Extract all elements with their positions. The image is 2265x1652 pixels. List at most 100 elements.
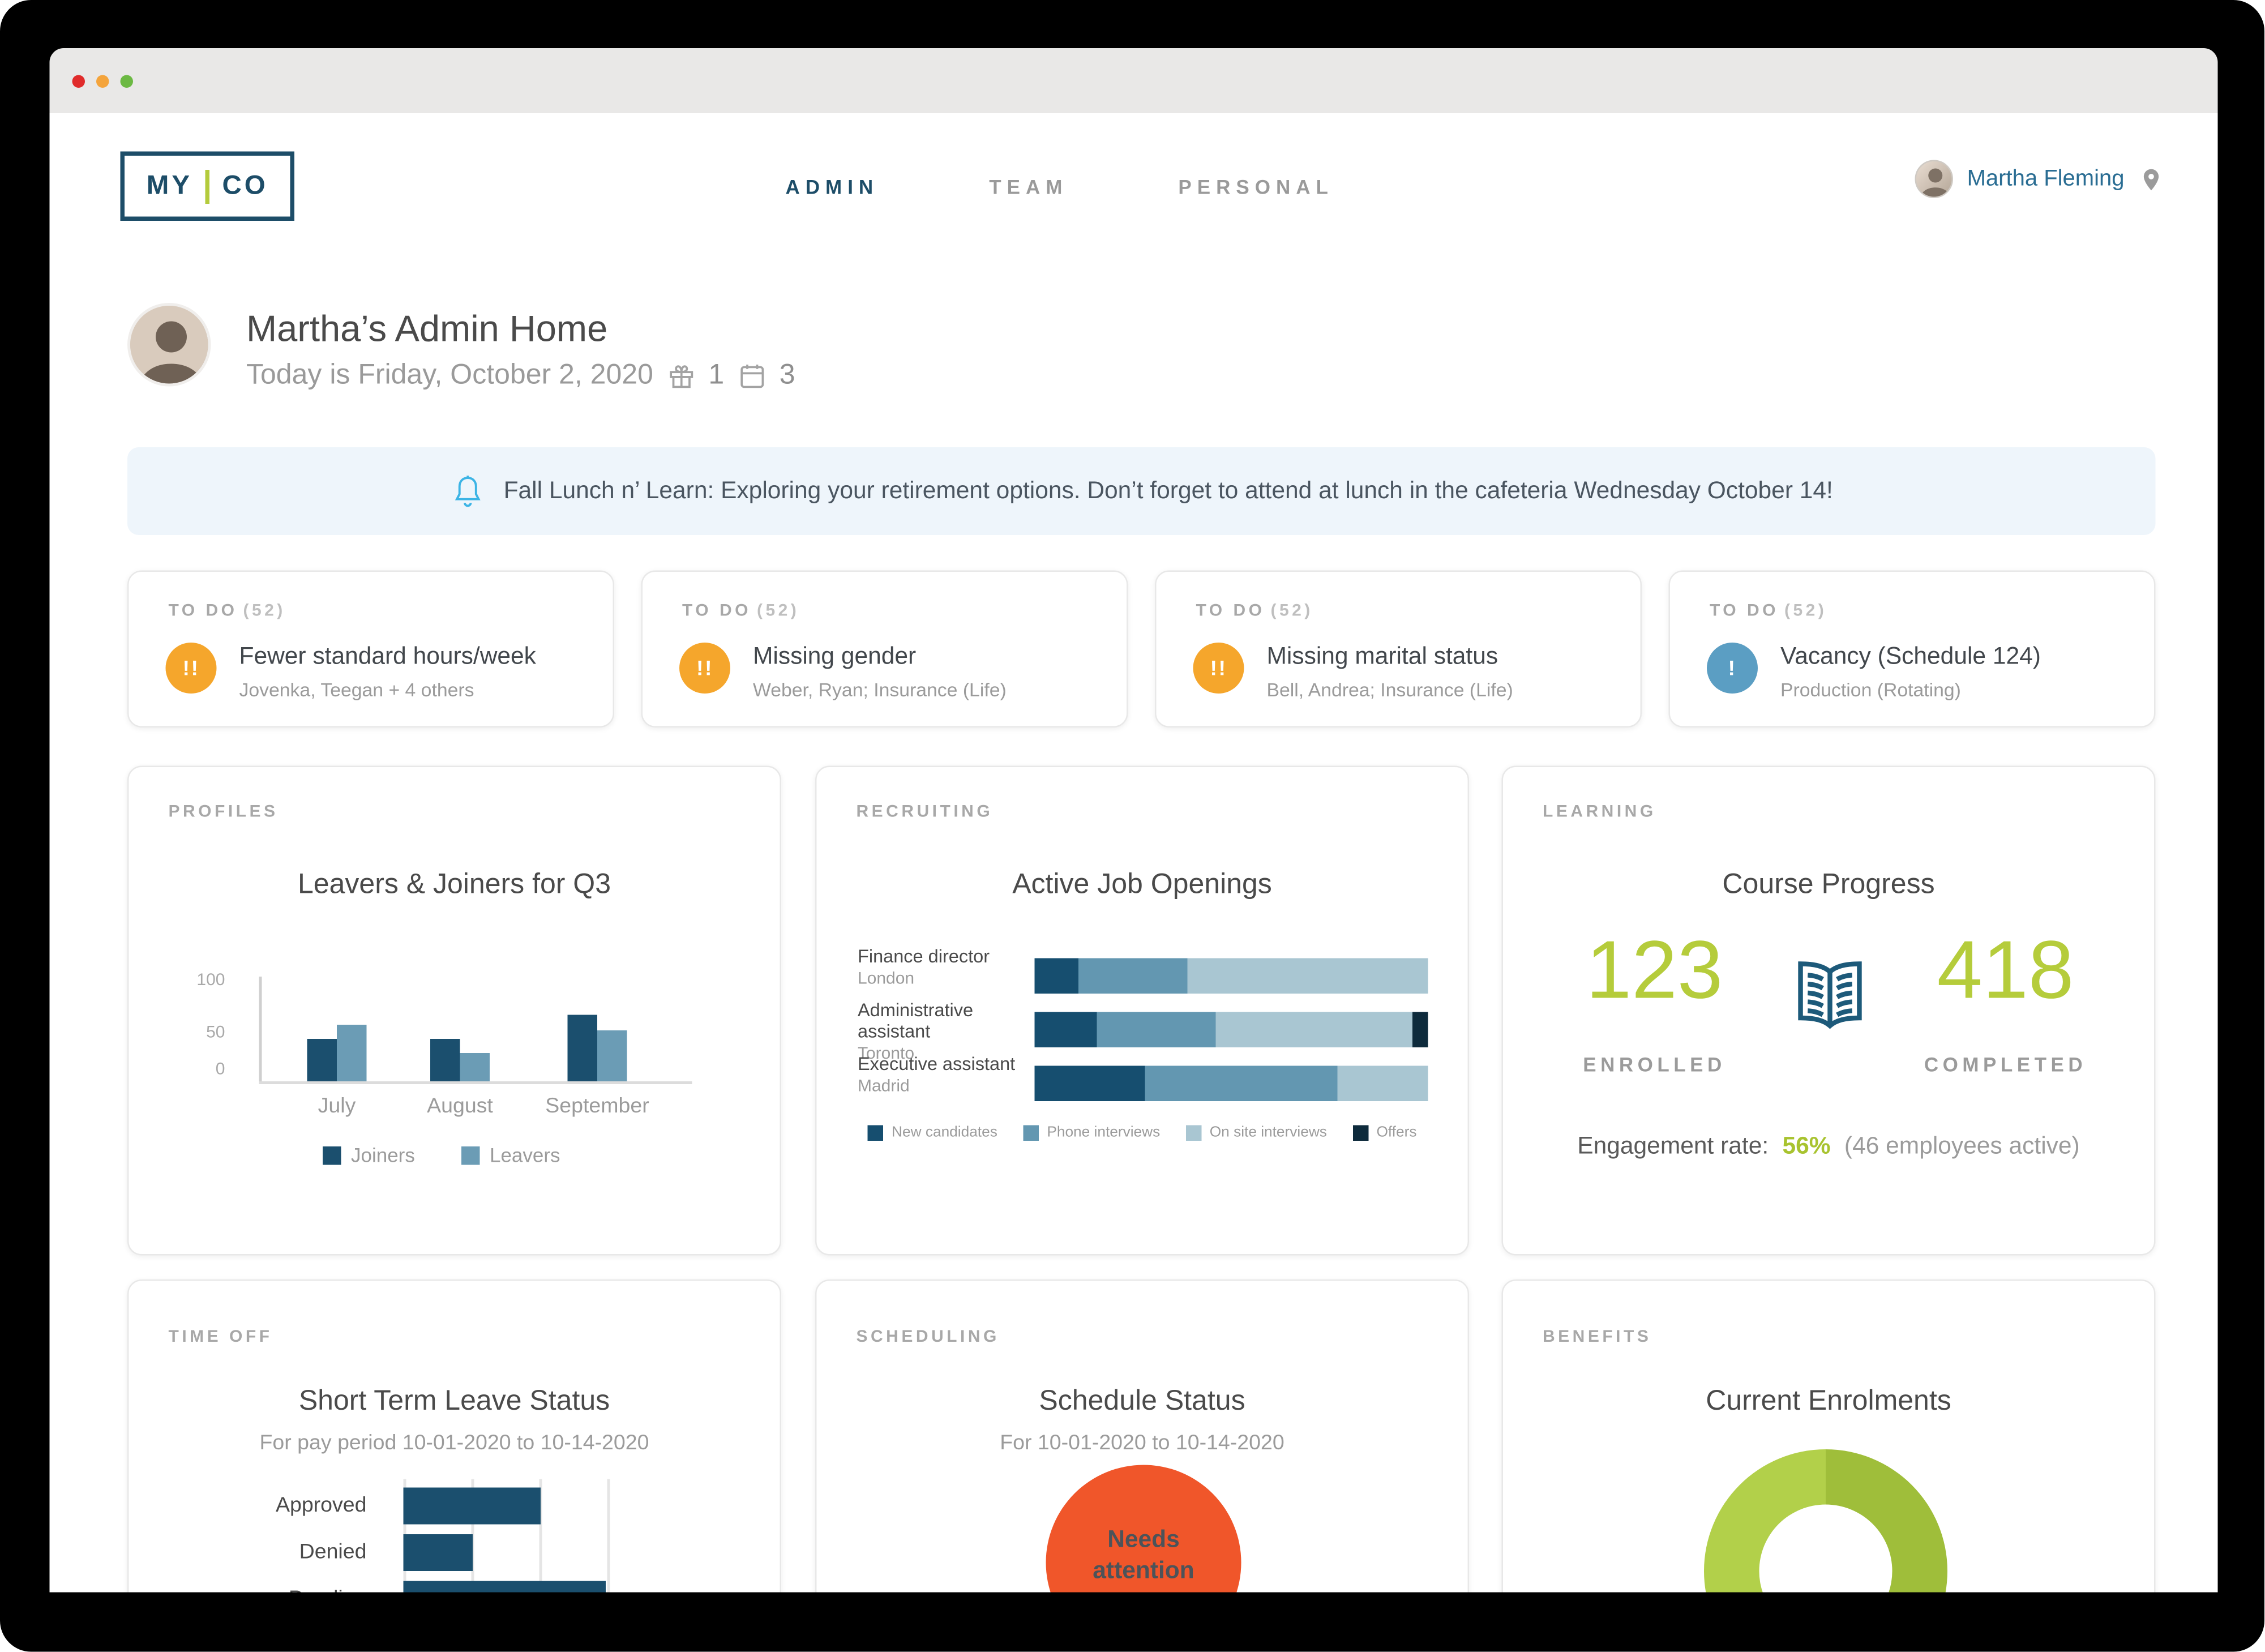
section-label: LEARNING <box>1543 801 1656 821</box>
legend-swatch <box>323 1146 341 1165</box>
legend-item: Offers <box>1352 1124 1417 1141</box>
alert-icon: !! <box>166 643 217 694</box>
legend-label: Offers <box>1376 1124 1416 1141</box>
person-silhouette-icon <box>1916 161 1953 198</box>
x-tick: July <box>273 1094 401 1119</box>
bar-joiners-september <box>567 1015 597 1081</box>
section-label: TO DO(52) <box>169 600 286 620</box>
engagement-rate: Engagement rate: 56% (46 employees activ… <box>1503 1132 2154 1161</box>
todo-title: Vacancy (Schedule 124) <box>1780 643 2041 671</box>
card-title: Schedule Status <box>817 1386 1468 1419</box>
todo-title: Missing gender <box>753 643 916 671</box>
section-label: BENEFITS <box>1543 1326 1651 1346</box>
benefits-card: BENEFITS Current Enrolments <box>1502 1279 2156 1593</box>
app-content: MY CO ADMIN TEAM PERSONAL Martha Fleming… <box>50 113 2218 1593</box>
segment-on-site-interviews <box>1215 1012 1412 1048</box>
segment-on-site-interviews <box>1188 958 1428 994</box>
nav-tab-admin[interactable]: ADMIN <box>786 176 879 198</box>
chart-title: Short Term Leave Status <box>129 1386 780 1419</box>
y-axis <box>259 977 262 1081</box>
legend-swatch <box>1185 1124 1201 1140</box>
company-logo[interactable]: MY CO <box>121 152 295 221</box>
section-label: PROFILES <box>169 801 279 821</box>
alert-icon: !! <box>1193 643 1244 694</box>
nav-tab-team[interactable]: TEAM <box>989 176 1068 198</box>
card-title: Course Progress <box>1503 869 2154 902</box>
profile-photo[interactable] <box>127 303 211 387</box>
enrolled-label: ENROLLED <box>1542 1053 1768 1076</box>
user-avatar[interactable] <box>1915 160 1953 199</box>
todo-card[interactable]: TO DO(52) !! Missing gender Weber, Ryan;… <box>641 571 1128 728</box>
legend-swatch <box>1352 1124 1368 1140</box>
status-circle[interactable]: Needs attention <box>1046 1465 1241 1593</box>
date-row: Today is Friday, October 2, 2020 1 3 <box>246 359 795 392</box>
todo-card[interactable]: TO DO(52) ! Vacancy (Schedule 124) Produ… <box>1669 571 2156 728</box>
section-label: TIME OFF <box>169 1326 273 1346</box>
profiles-card: PROFILES Leavers & Joiners for Q3 100 50… <box>127 766 781 1256</box>
logo-text-left: MY <box>147 170 192 202</box>
nav-tab-personal[interactable]: PERSONAL <box>1178 176 1333 198</box>
enrolled-value: 123 <box>1542 923 1768 1018</box>
legend-label: Joiners <box>351 1144 415 1166</box>
todo-subtitle: Weber, Ryan; Insurance (Life) <box>753 679 1007 701</box>
calendar-icon[interactable] <box>737 361 767 391</box>
segment-new-candidates <box>1035 1012 1098 1048</box>
engagement-suffix: (46 employees active) <box>1844 1132 2080 1159</box>
bar-leavers-august <box>459 1052 489 1081</box>
maximize-window-icon[interactable] <box>121 74 134 87</box>
segment-on-site-interviews <box>1338 1066 1428 1102</box>
row-label: Pending <box>169 1587 367 1593</box>
y-tick: 50 <box>169 1022 225 1042</box>
engagement-prefix: Engagement rate: <box>1577 1132 1769 1159</box>
legend-item: Joiners <box>323 1144 415 1166</box>
card-title: Current Enrolments <box>1503 1386 2154 1419</box>
user-menu[interactable]: Martha Fleming <box>1915 160 2164 199</box>
user-name: Martha Fleming <box>1967 166 2125 192</box>
todo-title: Fewer standard hours/week <box>239 643 536 671</box>
segment-phone-interviews <box>1098 1012 1215 1048</box>
timeoff-card: TIME OFF Short Term Leave Status For pay… <box>127 1279 781 1593</box>
chart-title: Leavers & Joiners for Q3 <box>129 869 780 902</box>
section-label: TO DO(52) <box>1196 600 1313 620</box>
section-label: RECRUITING <box>857 801 994 821</box>
legend-label: Phone interviews <box>1047 1124 1160 1141</box>
recruiting-card: RECRUITING Active Job Openings Finance d… <box>815 766 1469 1256</box>
x-tick: August <box>396 1094 524 1119</box>
legend-label: New candidates <box>892 1124 997 1141</box>
x-tick: September <box>534 1094 661 1119</box>
location-pin-icon[interactable] <box>2139 165 2164 193</box>
close-window-icon[interactable] <box>72 74 85 87</box>
status-label: Needs attention <box>1073 1525 1214 1587</box>
stacked-bar <box>1035 1012 1428 1048</box>
legend-swatch <box>1023 1124 1039 1140</box>
bar-approved <box>404 1488 541 1525</box>
alert-icon: !! <box>679 643 730 694</box>
gift-count: 1 <box>708 359 724 392</box>
minimize-window-icon[interactable] <box>96 74 109 87</box>
stacked-bar <box>1035 958 1428 994</box>
card-subtitle: For 10-01-2020 to 10-14-2020 <box>817 1431 1468 1456</box>
gift-icon[interactable] <box>666 361 696 391</box>
segment-offers <box>1412 1012 1428 1048</box>
bell-icon <box>450 472 486 511</box>
section-label: TO DO(52) <box>682 600 799 620</box>
logo-divider <box>205 169 210 203</box>
legend-item: New candidates <box>868 1124 997 1141</box>
todo-subtitle: Jovenka, Teegan + 4 others <box>239 679 474 701</box>
donut-chart <box>1704 1449 1947 1593</box>
legend-item: Phone interviews <box>1023 1124 1160 1141</box>
info-icon: ! <box>1707 643 1758 694</box>
bar-leavers-july <box>337 1025 367 1081</box>
segment-new-candidates <box>1035 1066 1145 1102</box>
x-axis <box>259 1081 692 1084</box>
completed-value: 418 <box>1893 923 2119 1018</box>
chart-subtitle: For pay period 10-01-2020 to 10-14-2020 <box>129 1431 780 1456</box>
gridline <box>607 1479 610 1593</box>
todo-card[interactable]: TO DO(52) !! Missing marital status Bell… <box>1155 571 1642 728</box>
section-label: TO DO(52) <box>1710 600 1827 620</box>
page-title: Martha’s Admin Home <box>246 307 607 352</box>
segment-phone-interviews <box>1078 958 1188 994</box>
todo-card[interactable]: TO DO(52) !! Fewer standard hours/week J… <box>127 571 614 728</box>
bar-leavers-september <box>597 1031 627 1081</box>
bar-joiners-july <box>307 1039 337 1081</box>
